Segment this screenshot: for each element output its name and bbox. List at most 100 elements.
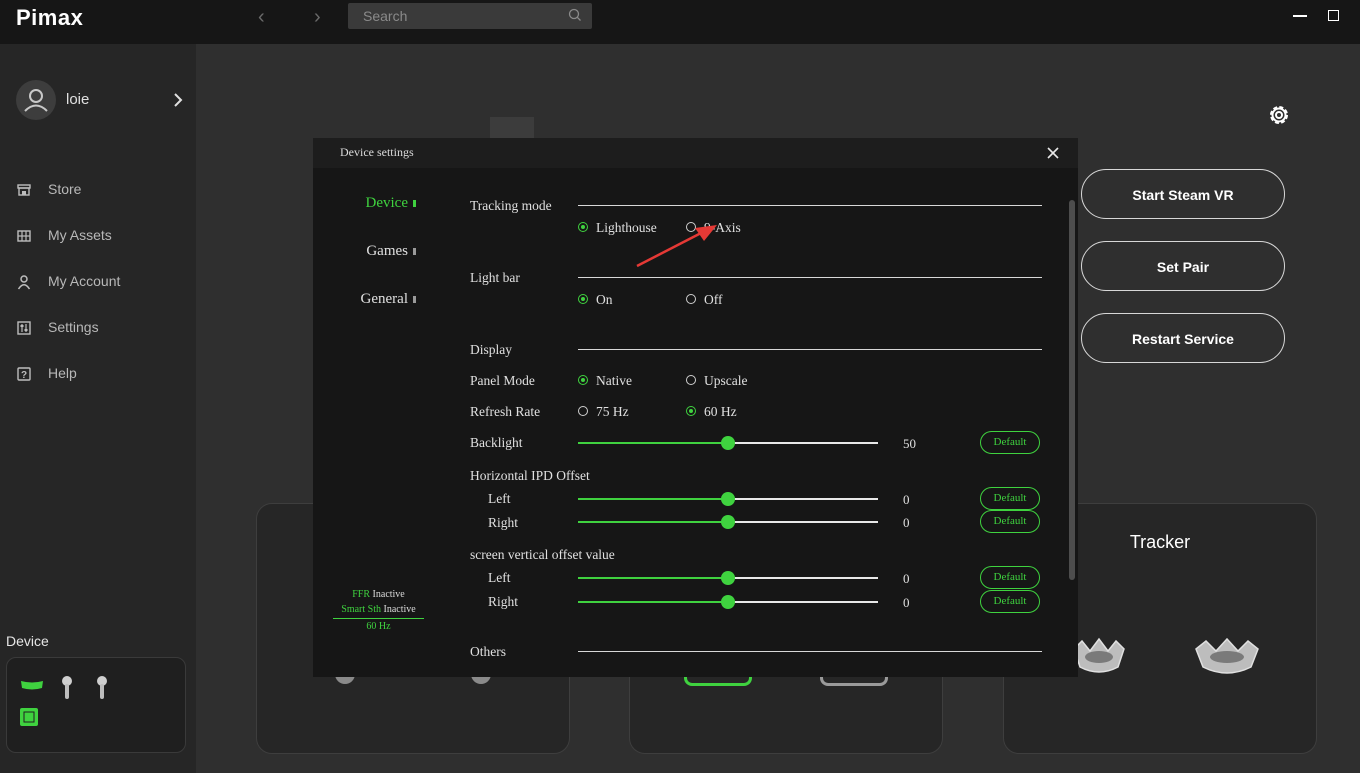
- smart-value: Inactive: [383, 604, 416, 615]
- person-icon: [17, 275, 31, 290]
- vertical-right-slider[interactable]: [578, 595, 878, 609]
- vertical-right-default-button[interactable]: Default: [980, 590, 1040, 613]
- slider-handle[interactable]: [721, 436, 735, 450]
- slider-handle[interactable]: [721, 492, 735, 506]
- ffr-value: Inactive: [372, 589, 405, 600]
- user-name[interactable]: loie: [66, 91, 89, 108]
- minimize-button[interactable]: [1293, 15, 1307, 17]
- ipd-right-value: 0: [903, 515, 910, 530]
- avatar[interactable]: [16, 80, 56, 120]
- section-divider: [578, 651, 1042, 652]
- slider-fill: [578, 521, 728, 523]
- tab-label: General: [360, 291, 408, 307]
- set-pair-button[interactable]: Set Pair: [1081, 241, 1285, 291]
- ipd-offset-label: Horizontal IPD Offset: [470, 468, 590, 483]
- headset-icon: [21, 681, 43, 690]
- forward-arrow-icon[interactable]: ›: [314, 6, 321, 29]
- ipd-right-label: Right: [488, 515, 519, 530]
- radio-label: On: [596, 292, 613, 307]
- sidebar-item-label: My Assets: [48, 227, 112, 243]
- status-block: FFR Inactive Smart Sth Inactive 60 Hz: [333, 587, 424, 634]
- background-tab: [490, 117, 534, 139]
- base-station-icon: [20, 708, 38, 726]
- radio-label: 60 Hz: [704, 404, 737, 419]
- gear-icon[interactable]: [1266, 102, 1292, 128]
- sidebar-item-my-assets[interactable]: My Assets: [16, 225, 186, 247]
- sidebar-item-my-account[interactable]: My Account: [16, 271, 186, 293]
- backlight-slider[interactable]: [578, 436, 878, 450]
- annotation-arrow: [636, 225, 717, 268]
- slider-fill: [578, 601, 728, 603]
- start-steam-vr-button[interactable]: Start Steam VR: [1081, 169, 1285, 219]
- sidebar-item-label: Settings: [48, 319, 99, 335]
- radio-indicator: [686, 375, 696, 385]
- tab-marker: [413, 200, 416, 208]
- ipd-right-default-button[interactable]: Default: [980, 510, 1040, 533]
- refresh-rate-label: Refresh Rate: [470, 404, 541, 419]
- device-heading: Device: [6, 633, 49, 649]
- sidebar: loie Store My Assets My Account Settings…: [0, 44, 196, 773]
- smart-status: Smart Sth Inactive: [333, 602, 424, 617]
- sidebar-item-label: My Account: [48, 273, 121, 289]
- chevron-right-icon[interactable]: [172, 92, 184, 108]
- restart-service-button[interactable]: Restart Service: [1081, 313, 1285, 363]
- ipd-right-slider[interactable]: [578, 515, 878, 529]
- smart-key: Smart Sth: [341, 604, 382, 615]
- sidebar-item-label: Help: [48, 365, 77, 381]
- controller-icon: [97, 676, 107, 699]
- section-divider: [578, 277, 1042, 278]
- vertical-offset-label: screen vertical offset value: [470, 547, 615, 562]
- ipd-left-default-button[interactable]: Default: [980, 487, 1040, 510]
- sidebar-item-help[interactable]: ? Help: [16, 363, 186, 385]
- tab-device[interactable]: Device: [366, 195, 416, 212]
- radio-label: Off: [704, 292, 723, 307]
- tab-marker: [413, 296, 416, 304]
- slider-handle[interactable]: [721, 571, 735, 585]
- slider-handle[interactable]: [721, 515, 735, 529]
- tracker-image: [1073, 637, 1125, 673]
- backlight-default-button[interactable]: Default: [980, 431, 1040, 454]
- dialog-scrollbar[interactable]: [1069, 200, 1075, 580]
- slider-fill: [578, 577, 728, 579]
- tab-label: Games: [366, 243, 408, 259]
- radio-label: Upscale: [704, 373, 748, 388]
- refresh-status: 60 Hz: [333, 618, 424, 634]
- user-avatar-icon: [24, 89, 48, 112]
- controller-icon: [62, 676, 72, 699]
- vertical-left-label: Left: [488, 570, 511, 585]
- slider-fill: [578, 442, 728, 444]
- tab-label: Device: [365, 195, 408, 211]
- radio-indicator: [578, 222, 588, 232]
- ffr-status: FFR Inactive: [333, 587, 424, 602]
- slider-handle[interactable]: [721, 595, 735, 609]
- vertical-right-value: 0: [903, 595, 910, 610]
- back-arrow-icon[interactable]: ‹: [258, 6, 265, 29]
- ipd-left-label: Left: [488, 491, 511, 506]
- maximize-button[interactable]: [1328, 10, 1339, 21]
- search-input[interactable]: Search: [348, 3, 592, 29]
- device-panel[interactable]: [6, 657, 186, 753]
- vertical-left-default-button[interactable]: Default: [980, 566, 1040, 589]
- slider-fill: [578, 498, 728, 500]
- sidebar-item-store[interactable]: Store: [16, 179, 186, 201]
- dialog-header: Device settings: [313, 138, 1078, 168]
- display-label: Display: [470, 342, 512, 357]
- ipd-left-slider[interactable]: [578, 492, 878, 506]
- vertical-left-value: 0: [903, 571, 910, 586]
- tab-general[interactable]: General: [361, 291, 416, 308]
- radio-label: 75 Hz: [596, 404, 629, 419]
- grid-icon: [17, 230, 31, 242]
- radio-indicator: [578, 375, 588, 385]
- section-divider: [578, 349, 1042, 350]
- tab-games[interactable]: Games: [366, 243, 416, 260]
- vertical-left-slider[interactable]: [578, 571, 878, 585]
- sliders-icon: [17, 321, 31, 335]
- close-icon[interactable]: [1047, 147, 1059, 159]
- radio-indicator: [686, 406, 696, 416]
- ipd-left-value: 0: [903, 492, 910, 507]
- section-divider: [578, 205, 1042, 206]
- tracking-mode-label: Tracking mode: [470, 198, 552, 213]
- title-bar: Pimax ‹ › Search: [0, 0, 1360, 44]
- sidebar-item-settings[interactable]: Settings: [16, 317, 186, 339]
- svg-text:?: ?: [21, 370, 27, 381]
